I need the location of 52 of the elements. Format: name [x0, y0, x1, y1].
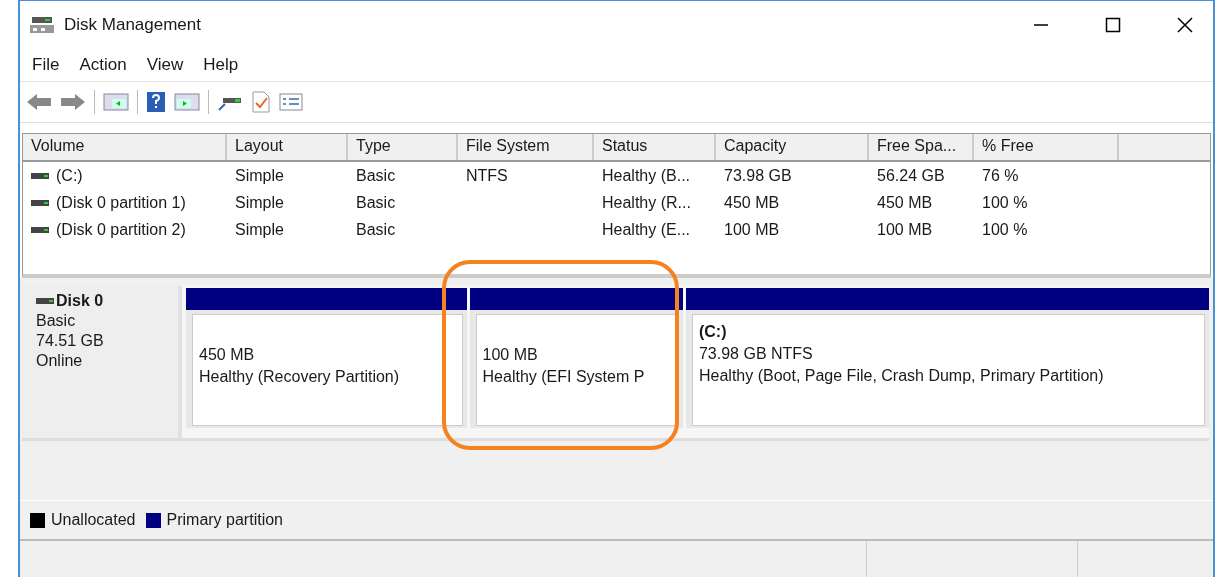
disk-type: Basic [36, 312, 77, 330]
disk-drive-icon [30, 16, 54, 34]
table-cell: 450 MB [724, 193, 780, 212]
disk-size: 74.51 GB [36, 332, 105, 350]
table-cell: 100 MB [724, 220, 780, 239]
disk-name: Disk 0 [56, 292, 104, 310]
partition-info: Healthy (EFI System P [482, 368, 646, 386]
table-cell: (Disk 0 partition 1) [56, 193, 186, 212]
table-cell: 100 % [982, 220, 1028, 239]
partition-block[interactable]: 450 MB Healthy (Recovery Partition) [192, 314, 463, 426]
table-cell: (C:) [56, 166, 83, 185]
forward-arrow-icon[interactable] [60, 92, 86, 112]
legend-label: Unallocated [51, 511, 136, 529]
menu-item[interactable]: File [32, 55, 60, 75]
table-cell: Healthy (R... [602, 193, 691, 212]
table-cell: Simple [235, 220, 284, 239]
table-cell: 100 MB [877, 220, 933, 239]
partition-info: Healthy (Boot, Page File, Crash Dump, Primary Partition) [698, 367, 1105, 385]
table-cell: 76 % [982, 166, 1019, 185]
pane-icon[interactable] [103, 92, 129, 112]
legend-label: Primary partition [166, 511, 283, 529]
partition-info: 100 MB [482, 346, 539, 364]
partition-block[interactable]: (C:) 73.98 GB NTFS Healthy (Boot, Page File, Crash Dump, Primary Partition) [691, 314, 1205, 426]
table-cell: Simple [235, 193, 284, 212]
window-title: Disk Management [64, 15, 201, 35]
table-cell: 450 MB [877, 193, 933, 212]
list-icon[interactable] [279, 92, 303, 112]
table-cell: Healthy (B... [602, 166, 691, 185]
checked-page-icon[interactable] [251, 91, 271, 113]
table-cell: 73.98 GB [724, 166, 792, 185]
table-cell: Basic [356, 220, 396, 239]
menu-item[interactable]: Help [203, 55, 239, 75]
table-cell: (Disk 0 partition 2) [56, 220, 186, 239]
menu-item[interactable]: Action [79, 55, 127, 75]
table-cell: Simple [235, 166, 284, 185]
back-arrow-icon[interactable] [26, 92, 52, 112]
help-icon[interactable] [146, 91, 166, 113]
table-cell: Healthy (E... [602, 220, 691, 239]
partition-info: 450 MB [199, 346, 256, 364]
disk-status: Online [36, 352, 84, 370]
table-cell: 56.24 GB [877, 166, 945, 185]
partition-info: Healthy (Recovery Partition) [199, 368, 401, 386]
table-cell: Basic [356, 193, 396, 212]
menu-item[interactable]: View [146, 55, 184, 75]
close-icon[interactable] [1177, 17, 1193, 33]
table-cell: 100 % [982, 193, 1028, 212]
partition-info: 73.98 GB NTFS [698, 345, 814, 363]
partition-label: (C:) [698, 323, 728, 341]
table-cell: NTFS [466, 166, 508, 185]
pane-icon[interactable] [174, 92, 200, 112]
table-cell: Basic [356, 166, 396, 185]
maximize-icon[interactable] [1105, 17, 1121, 33]
